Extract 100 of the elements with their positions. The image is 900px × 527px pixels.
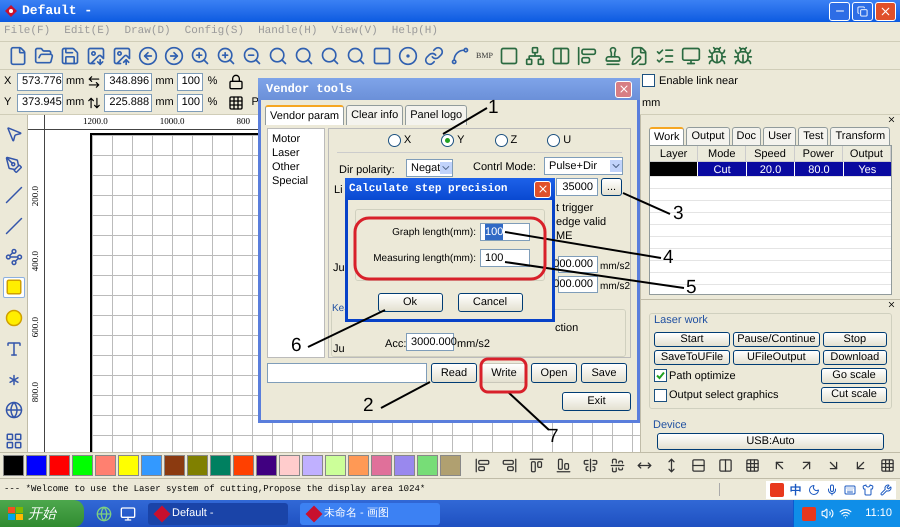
desktop-icon[interactable] [120,506,136,522]
color-swatch[interactable] [302,455,323,476]
align-left-icon[interactable] [475,458,490,473]
align-top-icon[interactable] [529,458,544,473]
undo-icon[interactable] [138,46,158,66]
grid-icon[interactable] [228,94,244,110]
step-field[interactable]: 35000 [556,178,598,196]
ok-button[interactable]: Ok [378,293,442,312]
document-icon[interactable] [628,46,649,66]
search-icon[interactable] [320,46,340,66]
radio-button[interactable] [547,134,560,147]
rows-icon[interactable] [691,458,706,473]
dir-polarity-select[interactable]: Negat [406,159,453,177]
size-field[interactable]: 348.896 [104,72,152,90]
list-item[interactable]: Laser [272,146,320,160]
nodes-icon[interactable] [524,46,545,66]
color-swatch[interactable] [164,455,185,476]
panel-tab[interactable]: User [763,127,796,145]
browse-button[interactable]: ... [601,178,622,196]
checkbox[interactable] [654,369,667,382]
list-item[interactable]: Other [272,160,320,174]
checkbox[interactable] [642,74,655,88]
align-right-icon[interactable] [502,458,517,473]
dialog-tab[interactable]: Vendor param [265,105,344,125]
close-button[interactable] [534,180,551,198]
scale-button[interactable]: Go scale [821,368,887,384]
taskbar-button[interactable]: 未命名 - 画图 [300,502,440,524]
close-icon[interactable] [887,300,896,309]
size-field[interactable]: 225.888 [104,94,152,112]
moon-icon[interactable] [808,484,820,496]
color-swatch[interactable] [371,455,392,476]
import-icon[interactable] [86,46,106,66]
radio-button[interactable] [494,134,508,147]
action-button[interactable]: Start [654,332,730,346]
align-middle-icon[interactable] [610,458,625,473]
color-swatch[interactable] [210,455,231,476]
action-button[interactable]: SaveToUFile [654,350,730,364]
redo-icon[interactable] [164,46,184,66]
color-swatch[interactable] [95,455,116,476]
cancel-button[interactable]: Cancel [458,293,522,312]
color-swatch[interactable] [348,455,369,476]
spacing-icon[interactable] [550,46,571,66]
align-icon[interactable] [576,46,597,66]
curve-icon[interactable] [450,46,470,66]
bmp-tool[interactable]: BMP [476,50,493,62]
grid-icon[interactable] [880,458,895,473]
scale-field[interactable]: 100 [176,94,203,112]
list-item[interactable]: Special [272,174,320,188]
color-swatch[interactable] [440,455,461,476]
new-file-icon[interactable] [8,46,28,66]
table-row[interactable]: Cut 20.0 80.0 Yes [650,162,891,176]
color-swatch[interactable] [187,455,208,476]
lock-icon[interactable] [228,74,244,90]
search-icon[interactable] [346,46,366,66]
color-swatch[interactable] [279,455,300,476]
color-swatch[interactable] [72,455,93,476]
align-bottom-icon[interactable] [556,458,571,473]
acceleration-field[interactable]: 3000.000 [406,333,454,351]
columns-icon[interactable] [718,458,733,473]
browser-icon[interactable] [96,506,112,522]
color-swatch[interactable] [233,455,254,476]
exit-button[interactable]: Exit [562,392,631,411]
search-icon[interactable] [268,46,288,66]
color-swatch[interactable] [394,455,415,476]
color-swatch[interactable] [118,455,139,476]
color-swatch[interactable] [26,455,47,476]
keyboard-icon[interactable] [844,484,856,496]
bug-icon[interactable] [732,46,753,66]
ime-mode[interactable]: 中 [790,480,802,498]
input-method-logo[interactable] [802,506,816,520]
shirt-icon[interactable] [862,484,874,496]
list-item[interactable]: Motor [272,132,320,146]
position-field[interactable]: 573.776 [17,72,63,90]
restore-button[interactable] [852,2,873,20]
minimize-button[interactable] [829,2,850,20]
link-icon[interactable] [424,46,444,66]
dialog-button[interactable]: Read [431,363,477,383]
panel-tab[interactable]: Output [686,127,730,145]
length-field[interactable]: 100 [480,223,530,241]
microphone-icon[interactable] [826,484,838,496]
save-icon[interactable] [60,46,80,66]
file-path-field[interactable] [267,363,427,383]
color-swatch[interactable] [141,455,162,476]
panel-tab[interactable]: Test [798,127,828,145]
grid-icon[interactable] [745,458,760,473]
radio-button[interactable] [388,134,401,147]
action-button[interactable]: UFileOutput [732,350,820,364]
target-icon[interactable] [398,46,418,66]
close-button[interactable] [875,2,896,20]
bug-icon[interactable] [706,46,727,66]
wrench-icon[interactable] [880,484,892,496]
radio-button[interactable] [441,134,454,147]
square-icon[interactable] [372,46,392,66]
folder-icon[interactable] [34,46,54,66]
scale-field[interactable]: 100 [176,72,203,90]
color-swatch[interactable] [3,455,24,476]
color-swatch[interactable] [417,455,438,476]
export-icon[interactable] [112,46,132,66]
action-button[interactable]: Download [822,350,887,364]
color-swatch[interactable] [256,455,277,476]
